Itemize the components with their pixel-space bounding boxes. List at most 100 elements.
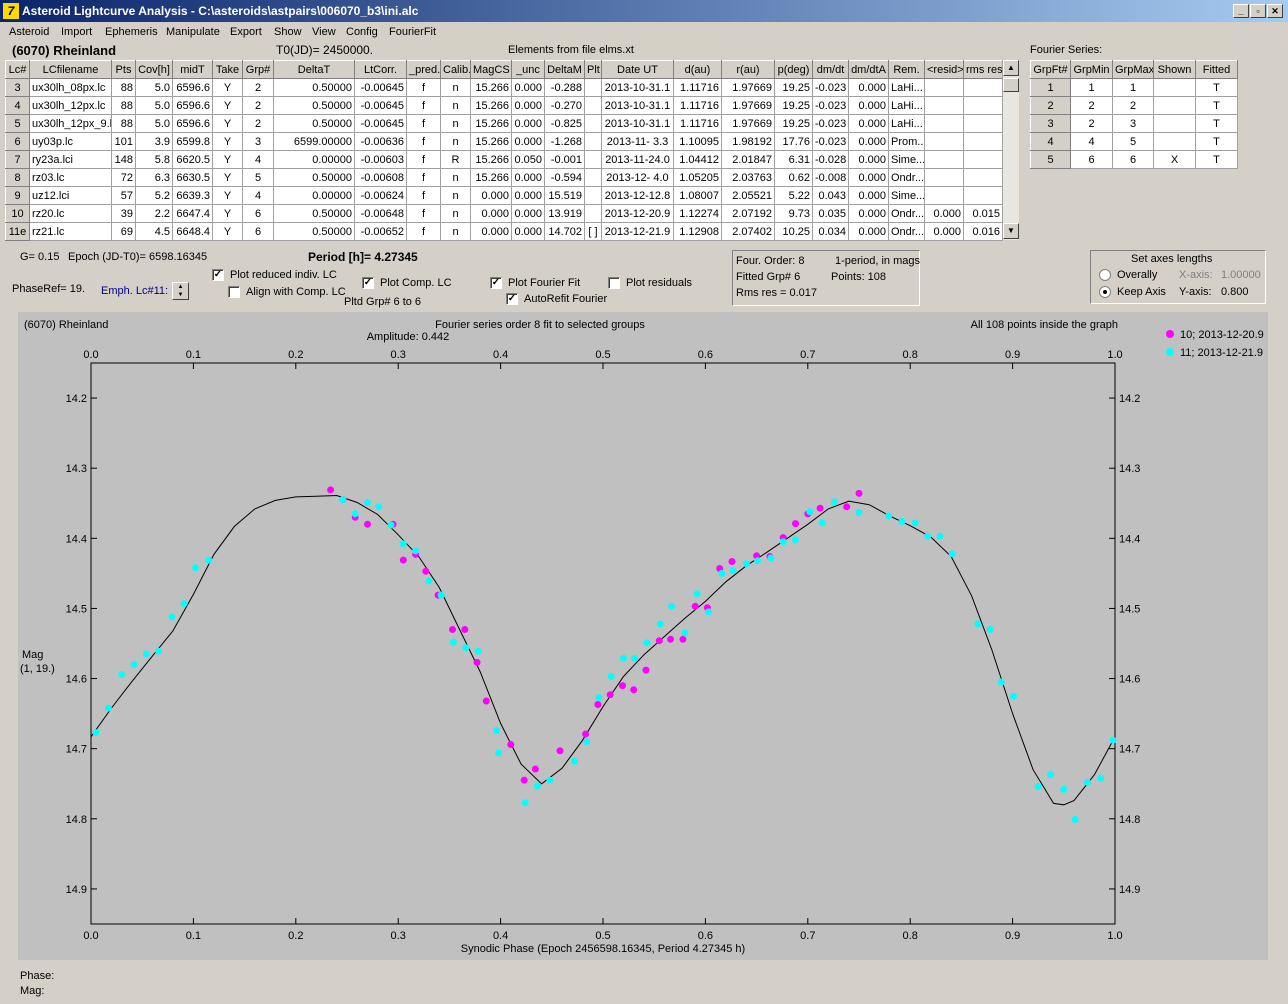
lc-cell[interactable]: 0.50000: [273, 168, 355, 187]
lc-cell[interactable]: rz21.lc: [29, 222, 112, 241]
lc-cell[interactable]: LaHi...: [888, 96, 925, 115]
lc-cell[interactable]: 0.000: [470, 222, 512, 241]
lc-table-row[interactable]: 3 ux30lh_08px.lc 88 5.0 6596.6 Y 2 0.50000 -0.00…: [5, 78, 1003, 97]
lc-cell[interactable]: 0.000: [511, 114, 545, 133]
lc-cell[interactable]: 4.5: [135, 222, 173, 241]
fourier-cell[interactable]: T: [1195, 150, 1238, 169]
fourier-cell[interactable]: 5: [1030, 150, 1071, 169]
lc-cell[interactable]: 19.25: [774, 114, 813, 133]
lc-col-header[interactable]: Cov[h]: [135, 60, 173, 79]
lc-cell[interactable]: Sime...: [888, 150, 925, 169]
lc-cell[interactable]: 4: [5, 96, 30, 115]
lc-cell[interactable]: n: [440, 114, 471, 133]
lc-cell[interactable]: [924, 114, 964, 133]
lightcurve-chart[interactable]: (6070) Rheinland Fourier series order 8 …: [18, 312, 1268, 960]
lc-cell[interactable]: 0.035: [812, 204, 849, 223]
fourier-cell[interactable]: 1: [1112, 78, 1154, 97]
lc-cell[interactable]: -0.001: [544, 150, 585, 169]
lc-cell[interactable]: [584, 114, 602, 133]
lc-cell[interactable]: 1.10095: [673, 132, 722, 151]
fourier-cell[interactable]: 4: [1030, 132, 1071, 151]
lc-cell[interactable]: 0.000: [511, 222, 545, 241]
lc-cell[interactable]: 6: [5, 132, 30, 151]
lc-cell[interactable]: -0.00652: [354, 222, 407, 241]
lc-cell[interactable]: 0.00000: [273, 150, 355, 169]
lc-cell[interactable]: [584, 186, 602, 205]
lc-cell[interactable]: -0.270: [544, 96, 585, 115]
lightcurve-table-scrollbar[interactable]: ▲ ▼: [1002, 60, 1019, 240]
lc-cell[interactable]: 2013-12- 4.0: [601, 168, 674, 187]
lc-table-row[interactable]: 11e rz21.lc 69 4.5 6648.4 Y 6 0.50000 -0.00652 f n…: [5, 222, 1003, 241]
lc-col-header[interactable]: d(au): [673, 60, 722, 79]
fourier-cell[interactable]: 6: [1112, 150, 1154, 169]
lc-cell[interactable]: Ondr...: [888, 204, 925, 223]
fourier-cell[interactable]: 2: [1112, 96, 1154, 115]
lc-cell[interactable]: 6620.5: [172, 150, 213, 169]
lc-col-header[interactable]: _pred.: [406, 60, 441, 79]
fourier-table-row[interactable]: 445T: [1030, 132, 1238, 151]
lc-col-header[interactable]: Pts: [111, 60, 136, 79]
plot-residuals-checkbox[interactable]: [608, 277, 620, 289]
lc-cell[interactable]: 2.07192: [721, 204, 775, 223]
lc-cell[interactable]: f: [406, 96, 441, 115]
lc-cell[interactable]: 15.266: [470, 150, 512, 169]
lc-cell[interactable]: 0.015: [963, 204, 1003, 223]
lc-cell[interactable]: Y: [212, 168, 243, 187]
lc-cell[interactable]: -0.825: [544, 114, 585, 133]
lc-cell[interactable]: 1.04412: [673, 150, 722, 169]
lc-cell[interactable]: [584, 96, 602, 115]
lc-cell[interactable]: Ondr...: [888, 168, 925, 187]
menu-asteroid[interactable]: Asteroid: [9, 26, 49, 38]
lc-cell[interactable]: 0.000: [848, 150, 889, 169]
lc-table-row[interactable]: 4 ux30lh_12px.lc 88 5.0 6596.6 Y 2 0.50000 -0.00…: [5, 96, 1003, 115]
fourier-cell[interactable]: 1: [1070, 78, 1113, 97]
emph-lc-spinner[interactable]: ▲ ▼: [172, 282, 189, 300]
lc-cell[interactable]: 0.00000: [273, 186, 355, 205]
lc-cell[interactable]: 1.12908: [673, 222, 722, 241]
lc-cell[interactable]: 6599.8: [172, 132, 213, 151]
lc-cell[interactable]: 0.000: [848, 168, 889, 187]
lc-cell[interactable]: [584, 150, 602, 169]
lc-cell[interactable]: 0.034: [812, 222, 849, 241]
scroll-up-button[interactable]: ▲: [1003, 60, 1019, 76]
menu-show[interactable]: Show: [274, 26, 302, 38]
lc-cell[interactable]: 5: [5, 114, 30, 133]
lc-table-row[interactable]: 6 uy03p.lc 101 3.9 6599.8 Y 3 6599.00000 -0.0063…: [5, 132, 1003, 151]
lc-cell[interactable]: 88: [111, 114, 136, 133]
lc-cell[interactable]: 2.07402: [721, 222, 775, 241]
lc-cell[interactable]: uz12.lci: [29, 186, 112, 205]
lc-cell[interactable]: 0.000: [848, 114, 889, 133]
lc-col-header[interactable]: DeltaT: [273, 60, 355, 79]
lc-cell[interactable]: 11e: [5, 222, 30, 241]
lc-cell[interactable]: 1.12274: [673, 204, 722, 223]
fourier-col-header[interactable]: GrpMin: [1070, 60, 1113, 79]
menu-manipulate[interactable]: Manipulate: [166, 26, 220, 38]
lc-cell[interactable]: f: [406, 78, 441, 97]
lc-col-header[interactable]: Calib.: [440, 60, 471, 79]
lc-cell[interactable]: 0.050: [511, 150, 545, 169]
lc-cell[interactable]: 0.000: [511, 78, 545, 97]
lc-cell[interactable]: [924, 78, 964, 97]
fourier-cell[interactable]: 2: [1070, 114, 1113, 133]
lc-col-header[interactable]: Plt: [584, 60, 602, 79]
lc-cell[interactable]: n: [440, 186, 471, 205]
lc-cell[interactable]: 2.2: [135, 204, 173, 223]
fourier-cell[interactable]: 3: [1030, 114, 1071, 133]
lc-cell[interactable]: 6: [242, 222, 274, 241]
lc-cell[interactable]: ux30lh_12px_9.l: [29, 114, 112, 133]
lc-cell[interactable]: [584, 78, 602, 97]
lc-cell[interactable]: -0.00648: [354, 204, 407, 223]
lc-cell[interactable]: 5.0: [135, 78, 173, 97]
fourier-cell[interactable]: T: [1195, 132, 1238, 151]
lightcurve-plot-panel[interactable]: (6070) Rheinland Fourier series order 8 …: [18, 312, 1268, 960]
lc-cell[interactable]: 0.000: [848, 204, 889, 223]
plot-fourier-checkbox[interactable]: ✓: [490, 277, 502, 289]
lc-cell[interactable]: 0.000: [924, 222, 964, 241]
plot-reduced-checkbox[interactable]: ✓: [212, 269, 224, 281]
lc-cell[interactable]: 1.11716: [673, 78, 722, 97]
lc-cell[interactable]: Y: [212, 132, 243, 151]
lc-cell[interactable]: 15.266: [470, 114, 512, 133]
plot-comp-checkbox[interactable]: ✓: [362, 277, 374, 289]
lc-cell[interactable]: n: [440, 96, 471, 115]
lc-cell[interactable]: 2013-12-20.9: [601, 204, 674, 223]
